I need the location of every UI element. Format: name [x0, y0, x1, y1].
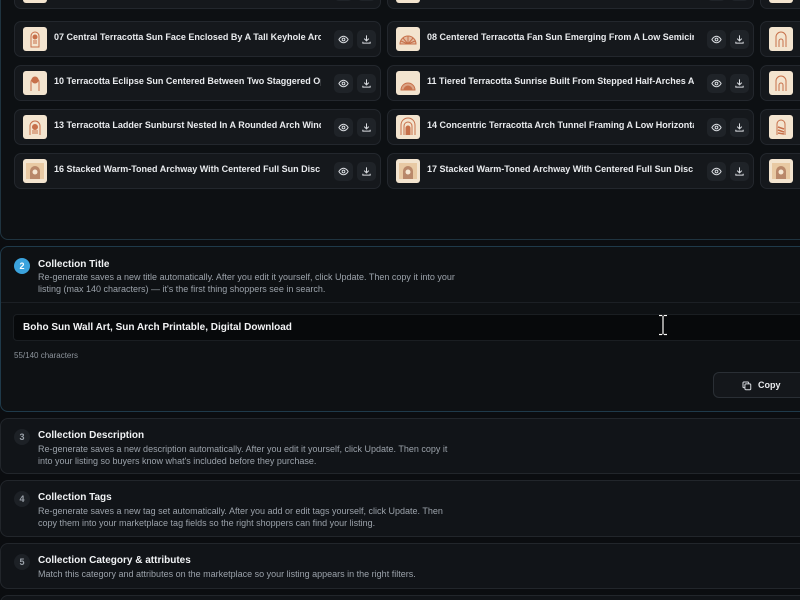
- collection-description-section[interactable]: 3 Collection Description Re-generate sav…: [0, 418, 800, 474]
- file-card[interactable]: [760, 109, 800, 145]
- file-card[interactable]: 10 Terracotta Eclipse Sun Centered Betwe…: [14, 65, 381, 101]
- collection-title-input[interactable]: [13, 314, 800, 341]
- file-card[interactable]: 17 Stacked Warm-Toned Archway With Cente…: [387, 153, 754, 189]
- app-root: 07 Central Terracotta Sun Face Enclosed …: [0, 0, 800, 600]
- download-icon[interactable]: [357, 0, 376, 1]
- text-cursor-icon: [659, 314, 667, 336]
- file-card[interactable]: [14, 0, 381, 9]
- download-icon[interactable]: [730, 118, 749, 137]
- section-divider: [1, 302, 800, 303]
- download-icon[interactable]: [357, 30, 376, 49]
- download-icon[interactable]: [357, 118, 376, 137]
- file-card[interactable]: 11 Tiered Terracotta Sunrise Built From …: [387, 65, 754, 101]
- download-icon[interactable]: [357, 162, 376, 181]
- file-card[interactable]: 07 Central Terracotta Sun Face Enclosed …: [14, 21, 381, 57]
- character-count: 55/140 characters: [14, 351, 79, 360]
- file-card[interactable]: 16 Stacked Warm-Toned Archway With Cente…: [14, 153, 381, 189]
- tiered-sunrise-icon: [396, 71, 420, 95]
- preview-eye-icon[interactable]: [707, 162, 726, 181]
- arch-tunnel-icon: [396, 115, 420, 139]
- file-name: 07 Central Terracotta Sun Face Enclosed …: [54, 32, 321, 42]
- file-name: 13 Terracotta Ladder Sunburst Nested In …: [54, 120, 321, 130]
- ladder-sunburst-icon: [23, 115, 47, 139]
- step-badge: 5: [14, 554, 30, 570]
- step-badge: 2: [14, 258, 30, 274]
- file-name: 16 Stacked Warm-Toned Archway With Cente…: [54, 164, 321, 174]
- collection-title-section: 2 Collection Title Re-generate saves a n…: [0, 246, 800, 412]
- download-icon[interactable]: [730, 162, 749, 181]
- file-card[interactable]: [760, 153, 800, 189]
- eclipse-sun-icon: [23, 71, 47, 95]
- file-card[interactable]: 13 Terracotta Ladder Sunburst Nested In …: [14, 109, 381, 145]
- download-icon[interactable]: [730, 0, 749, 1]
- stacked-archway-icon: [769, 159, 793, 183]
- preview-eye-icon[interactable]: [334, 118, 353, 137]
- stacked-archway-icon: [23, 159, 47, 183]
- section-description: Match this category and attributes on th…: [38, 569, 416, 579]
- file-card[interactable]: 08 Centered Terracotta Fan Sun Emerging …: [387, 21, 754, 57]
- collection-tags-section[interactable]: 4 Collection Tags Re-generate saves a ne…: [0, 480, 800, 537]
- copy-icon: [742, 381, 752, 391]
- section-heading: Collection Tags: [38, 492, 112, 503]
- copy-title-button[interactable]: Copy: [713, 372, 800, 398]
- file-card[interactable]: [760, 21, 800, 57]
- fan-sun-icon: [396, 27, 420, 51]
- next-section-peek[interactable]: [0, 595, 800, 600]
- preview-eye-icon[interactable]: [707, 0, 726, 1]
- sun-face-icon: [23, 0, 47, 3]
- preview-eye-icon[interactable]: [334, 30, 353, 49]
- file-card[interactable]: [760, 65, 800, 101]
- file-name: 08 Centered Terracotta Fan Sun Emerging …: [427, 32, 694, 42]
- file-name: 17 Stacked Warm-Toned Archway With Cente…: [427, 164, 694, 174]
- generated-files-panel: 07 Central Terracotta Sun Face Enclosed …: [0, 0, 800, 240]
- step-badge: 3: [14, 429, 30, 445]
- preview-eye-icon[interactable]: [334, 162, 353, 181]
- section-description: Re-generate saves a new title automatica…: [38, 272, 455, 294]
- stacked-archway-icon: [396, 159, 420, 183]
- preview-eye-icon[interactable]: [707, 118, 726, 137]
- section-heading: Collection Description: [38, 430, 145, 441]
- file-card[interactable]: [760, 0, 800, 9]
- section-heading: Collection Title: [38, 259, 110, 270]
- keyhole-arch-sun-icon: [23, 27, 47, 51]
- sun-arch-icon: [769, 0, 793, 3]
- striped-arch-icon: [769, 115, 793, 139]
- collection-category-section[interactable]: 5 Collection Category & attributes Match…: [0, 543, 800, 589]
- download-icon[interactable]: [730, 30, 749, 49]
- section-heading: Collection Category & attributes: [38, 555, 191, 566]
- sun-arch-icon: [396, 0, 420, 3]
- arch-window-icon: [769, 27, 793, 51]
- file-name: 14 Concentric Terracotta Arch Tunnel Fra…: [427, 120, 694, 130]
- download-icon[interactable]: [357, 74, 376, 93]
- preview-eye-icon[interactable]: [707, 30, 726, 49]
- file-name: 10 Terracotta Eclipse Sun Centered Betwe…: [54, 76, 321, 86]
- step-badge: 4: [14, 491, 30, 507]
- section-description: Re-generate saves a new description auto…: [38, 444, 448, 466]
- arch-window-icon: [769, 71, 793, 95]
- file-card[interactable]: 14 Concentric Terracotta Arch Tunnel Fra…: [387, 109, 754, 145]
- copy-button-label: Copy: [758, 380, 781, 390]
- preview-eye-icon[interactable]: [334, 74, 353, 93]
- preview-eye-icon[interactable]: [707, 74, 726, 93]
- section-description: Re-generate saves a new tag set automati…: [38, 506, 443, 528]
- file-card[interactable]: [387, 0, 754, 9]
- preview-eye-icon[interactable]: [334, 0, 353, 1]
- file-name: 11 Tiered Terracotta Sunrise Built From …: [427, 76, 694, 86]
- download-icon[interactable]: [730, 74, 749, 93]
